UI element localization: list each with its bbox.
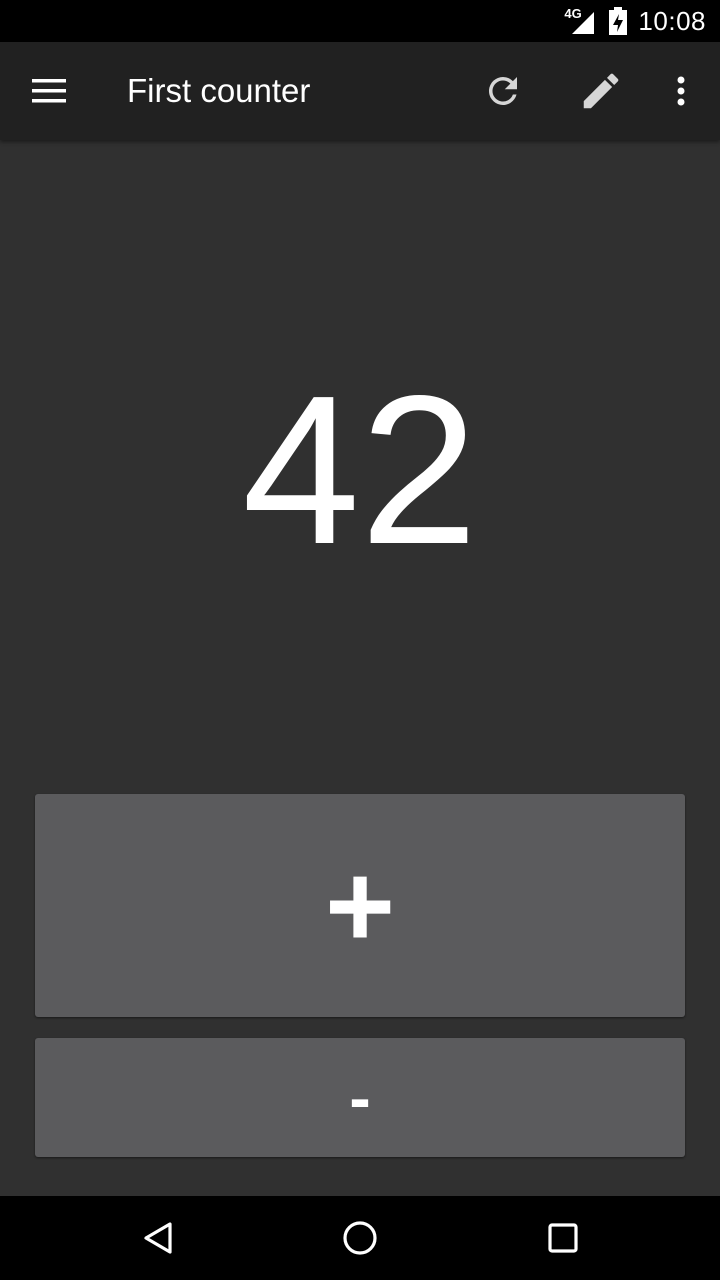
app-toolbar: First counter [0, 42, 720, 140]
battery-charging-icon [609, 7, 628, 35]
navigation-menu-button[interactable] [16, 42, 82, 140]
reset-counter-button[interactable] [470, 42, 536, 140]
counter-value: 42 [242, 351, 478, 588]
counter-screen: 4G 10:08 First counter 42 + - [0, 0, 720, 1280]
recents-square-icon [548, 1223, 578, 1253]
back-triangle-icon [144, 1222, 172, 1254]
recents-button[interactable] [518, 1196, 608, 1280]
page-title: First counter [127, 72, 311, 109]
network-indicator: 4G [564, 6, 598, 36]
overflow-menu-button[interactable] [656, 42, 706, 140]
status-icons: 4G 10:08 [564, 0, 706, 42]
edit-pencil-icon [583, 73, 619, 109]
decrement-button[interactable]: - [35, 1038, 685, 1157]
increment-button[interactable]: + [35, 794, 685, 1017]
status-bar: 4G 10:08 [0, 0, 720, 42]
back-button[interactable] [113, 1196, 203, 1280]
edit-counter-button[interactable] [568, 42, 634, 140]
home-button[interactable] [315, 1196, 405, 1280]
refresh-icon [488, 76, 517, 105]
status-clock: 10:08 [638, 5, 706, 36]
home-circle-icon [343, 1221, 377, 1255]
menu-icon [32, 79, 66, 103]
more-vert-icon [677, 76, 685, 106]
system-navigation-bar [0, 1196, 720, 1280]
cell-signal-icon [572, 12, 595, 34]
